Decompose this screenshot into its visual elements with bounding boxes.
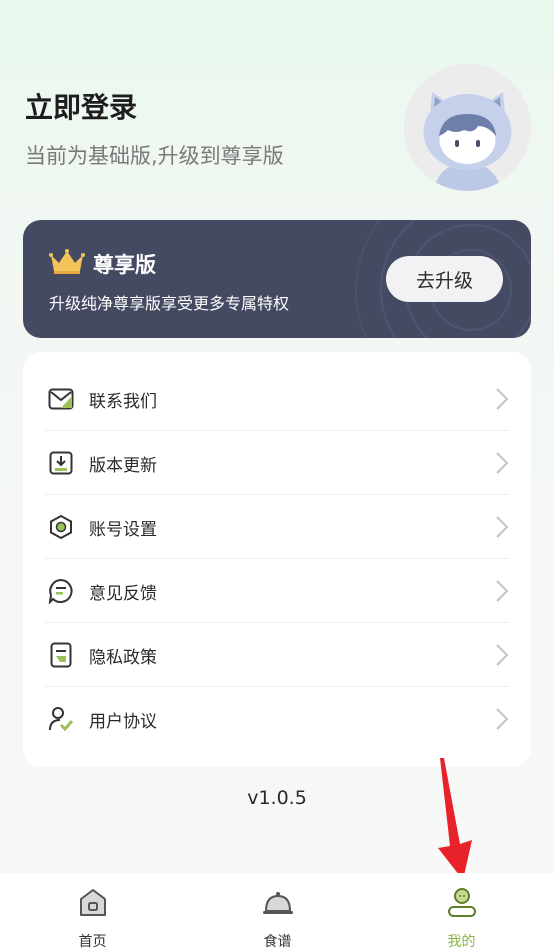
- tab-profile[interactable]: 我的: [369, 873, 554, 952]
- document-icon: [47, 641, 75, 669]
- annotation-arrow-icon: [438, 758, 472, 880]
- mail-icon: [47, 385, 75, 413]
- vip-title: 尊享版: [93, 253, 156, 277]
- vip-card[interactable]: 尊享版 升级纯净尊享版享受更多专属特权 去升级: [23, 220, 531, 338]
- vip-description: 升级纯净尊享版享受更多专属特权: [49, 294, 290, 313]
- home-icon: [80, 889, 106, 916]
- upgrade-button[interactable]: 去升级: [386, 256, 503, 302]
- menu-item-update[interactable]: 版本更新: [45, 431, 509, 495]
- menu-item-label: 意见反馈: [89, 583, 157, 604]
- menu-item-label: 版本更新: [89, 455, 157, 476]
- menu-item-label: 联系我们: [89, 391, 157, 412]
- menu-item-feedback[interactable]: 意见反馈: [45, 559, 509, 623]
- settings-icon: [47, 513, 75, 541]
- bottom-tab-bar: 首页 食谱 我的: [0, 873, 554, 952]
- dish-cover-icon: [263, 892, 293, 914]
- login-title[interactable]: 立即登录: [25, 86, 137, 126]
- tab-label: 食谱: [263, 934, 292, 950]
- menu-item-privacy-policy[interactable]: 隐私政策: [45, 623, 509, 687]
- settings-menu: 联系我们 版本更新 账号设置 意见反馈 隐私政策 用户协议: [23, 352, 531, 767]
- user-check-icon: [47, 705, 75, 733]
- tab-label: 我的: [447, 934, 476, 950]
- chevron-right-icon: [496, 580, 509, 602]
- avatar[interactable]: [404, 64, 531, 191]
- tab-recipes[interactable]: 食谱: [185, 873, 370, 952]
- menu-item-user-agreement[interactable]: 用户协议: [45, 687, 509, 751]
- login-subtitle: 当前为基础版,升级到尊享版: [25, 144, 284, 168]
- crown-icon: [49, 249, 85, 274]
- chevron-right-icon: [496, 708, 509, 730]
- feedback-icon: [47, 577, 75, 605]
- chevron-right-icon: [496, 644, 509, 666]
- menu-item-label: 用户协议: [89, 711, 157, 732]
- cat-hood-avatar-icon: [404, 64, 531, 191]
- download-icon: [47, 449, 75, 477]
- menu-item-label: 账号设置: [89, 519, 157, 540]
- chevron-right-icon: [496, 452, 509, 474]
- menu-item-contact[interactable]: 联系我们: [45, 367, 509, 431]
- tab-home[interactable]: 首页: [0, 873, 185, 952]
- profile-header: 立即登录 当前为基础版,升级到尊享版: [0, 0, 554, 210]
- menu-item-account-settings[interactable]: 账号设置: [45, 495, 509, 559]
- chevron-right-icon: [496, 516, 509, 538]
- chevron-right-icon: [496, 388, 509, 410]
- menu-item-label: 隐私政策: [89, 647, 157, 668]
- profile-icon: [448, 888, 476, 917]
- tab-label: 首页: [78, 934, 107, 950]
